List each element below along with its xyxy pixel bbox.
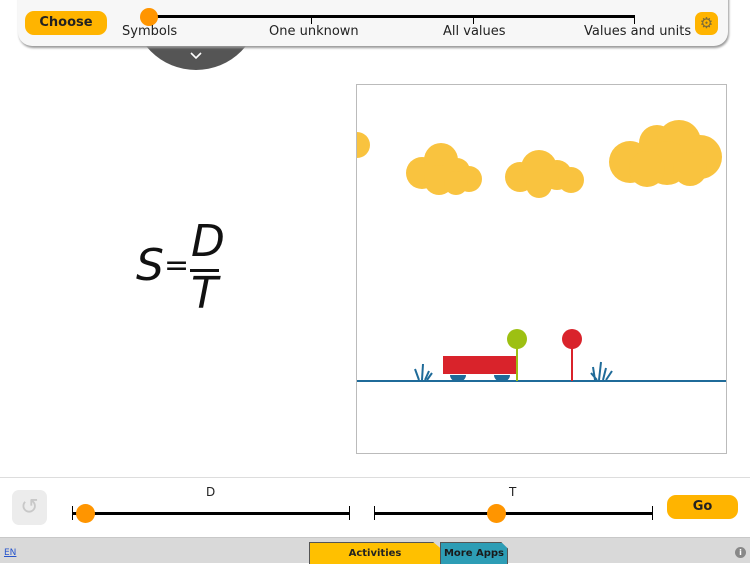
distance-slider-label: D [206, 485, 216, 499]
cloud-icon [609, 120, 722, 187]
time-slider-label: T [509, 485, 517, 499]
tab-activities[interactable]: Activities [309, 542, 441, 564]
choose-button[interactable]: Choose [25, 11, 107, 35]
formula-distance: D [191, 216, 225, 267]
level-label-values-and-units[interactable]: Values and units [584, 24, 691, 39]
sun-icon [357, 132, 370, 158]
reset-button[interactable]: ↺ [12, 490, 47, 525]
level-tick [311, 15, 312, 24]
distance-slider-max-tick [349, 506, 350, 520]
time-slider-track[interactable] [374, 512, 652, 515]
controls-divider [0, 477, 750, 478]
level-slider-track[interactable] [148, 15, 635, 18]
footer-bar: EN Activities More Apps i [0, 537, 750, 564]
cloud-icon [505, 150, 584, 198]
level-tick [634, 15, 635, 24]
formula-time: T [191, 268, 218, 319]
level-tick [473, 15, 474, 24]
grass-icon [590, 361, 613, 381]
level-chooser-bar [18, 0, 728, 46]
language-link[interactable]: EN [4, 548, 16, 558]
animation-scene [356, 84, 727, 454]
gear-icon: ⚙ [699, 14, 714, 32]
cloud-icon [406, 143, 482, 195]
distance-slider-track[interactable] [72, 512, 349, 515]
finish-sign-icon [562, 329, 582, 381]
level-label-all-values[interactable]: All values [443, 24, 506, 39]
car-icon [443, 356, 517, 382]
formula-speed: S [136, 240, 164, 291]
time-slider-knob[interactable] [486, 504, 506, 523]
info-icon[interactable]: i [735, 547, 746, 558]
tab-more-apps[interactable]: More Apps [440, 542, 508, 564]
reset-icon: ↺ [20, 495, 39, 520]
level-label-one-unknown[interactable]: One unknown [269, 24, 359, 39]
distance-slider-knob[interactable] [76, 504, 96, 523]
go-button[interactable]: Go [667, 495, 738, 519]
time-slider-min-tick [374, 506, 375, 520]
formula-equals: = [164, 248, 190, 283]
time-slider-max-tick [652, 506, 653, 520]
settings-button[interactable]: ⚙ [695, 12, 718, 35]
speed-formula: S = D T [136, 216, 226, 319]
grass-icon [414, 363, 433, 381]
chevron-down-icon[interactable] [188, 50, 204, 62]
distance-slider-min-tick [72, 506, 73, 520]
level-label-symbols[interactable]: Symbols [122, 24, 177, 39]
